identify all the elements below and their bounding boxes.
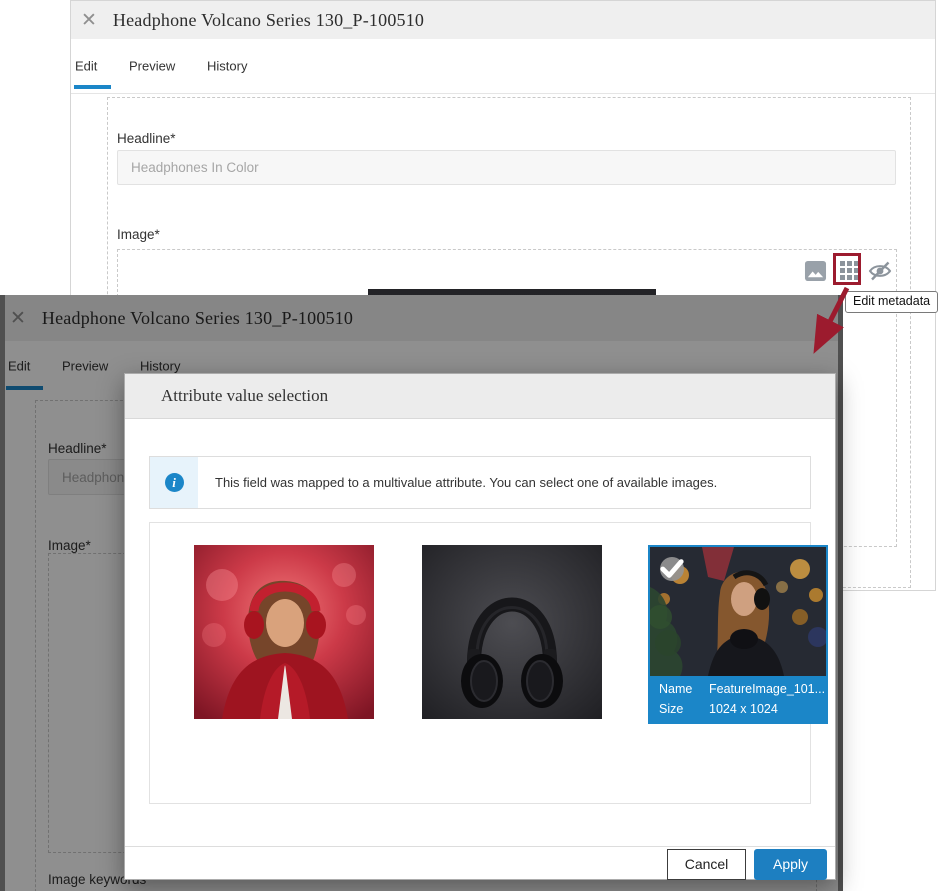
meta-size-value: 1024 x 1024 bbox=[709, 702, 826, 716]
dialog-title: Headphone Volcano Series 130_P-100510 bbox=[113, 10, 424, 31]
image-option-street-portrait-selected[interactable]: Name FeatureImage_101... Size 1024 x 102… bbox=[648, 545, 828, 724]
selected-image-metadata: Name FeatureImage_101... Size 1024 x 102… bbox=[650, 676, 826, 722]
info-message: This field was mapped to a multivalue at… bbox=[198, 457, 810, 508]
image-option-red-headphones-portrait[interactable] bbox=[194, 545, 374, 719]
info-icon-cell: i bbox=[150, 457, 198, 508]
info-icon: i bbox=[165, 473, 184, 492]
selected-check-icon bbox=[660, 557, 684, 581]
meta-name-value: FeatureImage_101... bbox=[709, 682, 826, 696]
modal-header: Attribute value selection bbox=[125, 374, 835, 419]
apply-button[interactable]: Apply bbox=[754, 849, 827, 880]
image-label: Image* bbox=[117, 227, 160, 242]
close-icon[interactable]: ✕ bbox=[81, 11, 97, 30]
modal-title: Attribute value selection bbox=[161, 386, 328, 406]
screenshot-stage: ✕ Headphone Volcano Series 130_P-100510 … bbox=[0, 0, 938, 891]
info-banner: i This field was mapped to a multivalue … bbox=[149, 456, 811, 509]
modal-footer: Cancel Apply bbox=[125, 846, 835, 881]
annotation-arrow bbox=[795, 283, 865, 358]
tab-preview[interactable]: Preview bbox=[129, 59, 175, 74]
hide-field-eye-slash-icon[interactable] bbox=[868, 260, 892, 282]
headline-label: Headline* bbox=[117, 131, 176, 146]
black-headphones-image bbox=[422, 545, 602, 719]
tab-bar: Edit Preview History bbox=[71, 39, 935, 94]
active-tab-underline bbox=[74, 85, 111, 89]
meta-size-label: Size bbox=[659, 702, 709, 716]
image-options-panel: Name FeatureImage_101... Size 1024 x 102… bbox=[149, 522, 811, 804]
image-picker-icon[interactable] bbox=[804, 260, 827, 282]
cancel-button[interactable]: Cancel bbox=[667, 849, 746, 880]
image-option-black-headphones[interactable] bbox=[422, 545, 602, 719]
headline-input[interactable] bbox=[117, 150, 896, 185]
attribute-value-selection-modal: Attribute value selection i This field w… bbox=[124, 373, 836, 880]
tab-history[interactable]: History bbox=[207, 59, 247, 74]
tab-edit[interactable]: Edit bbox=[75, 59, 97, 74]
annotation-highlight-box bbox=[833, 253, 861, 285]
meta-name-label: Name bbox=[659, 682, 709, 696]
dialog-titlebar: ✕ Headphone Volcano Series 130_P-100510 bbox=[71, 1, 935, 39]
red-portrait-image bbox=[194, 545, 374, 719]
